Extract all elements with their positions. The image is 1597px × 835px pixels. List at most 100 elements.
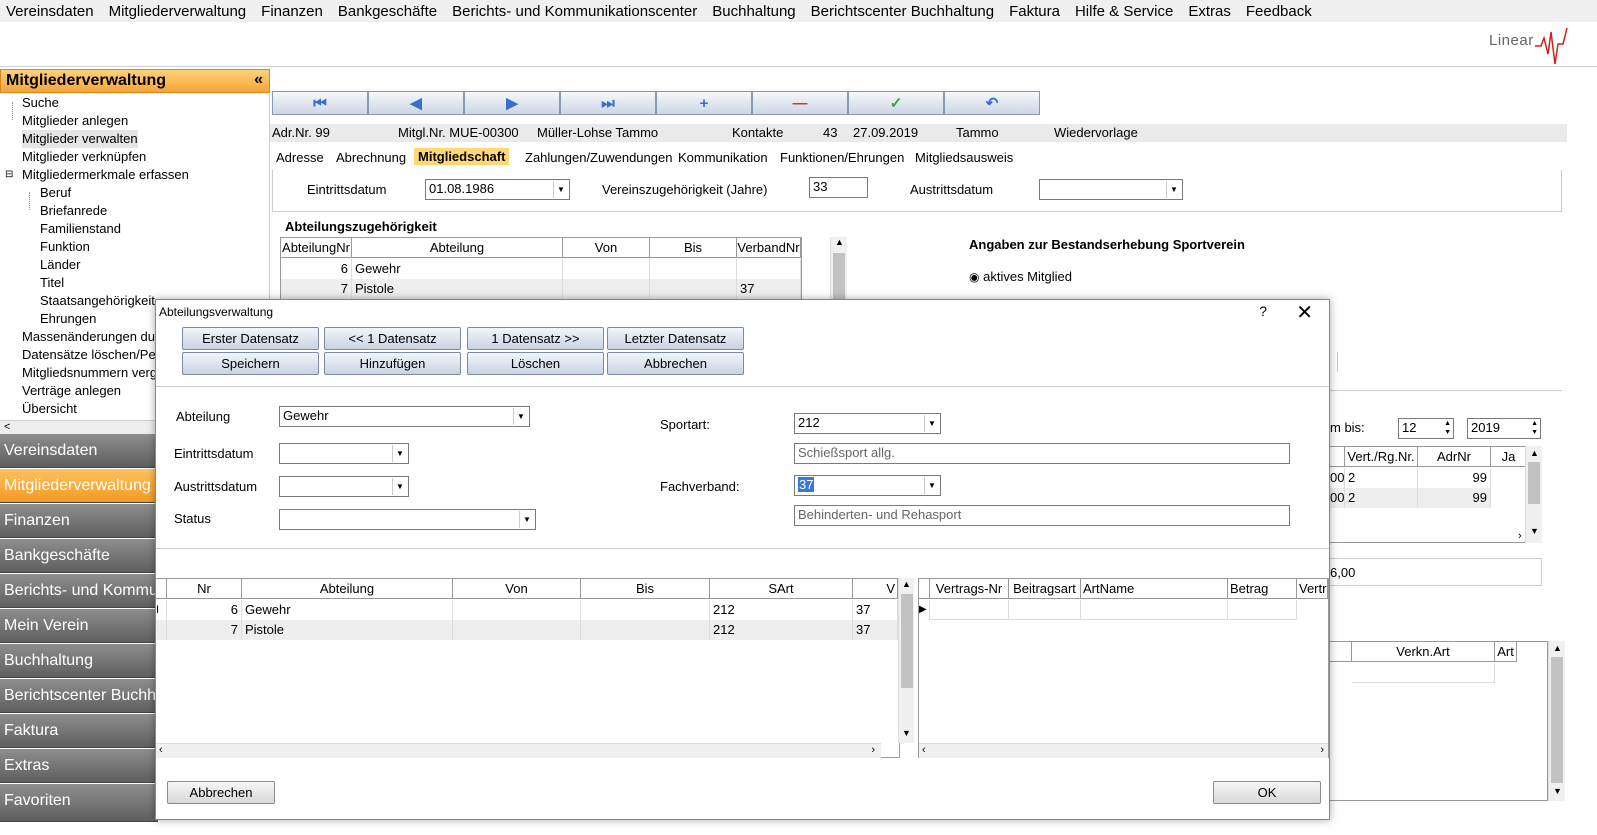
col-abteilung[interactable]: Abteilung: [352, 238, 563, 258]
col-adrnr[interactable]: AdrNr: [1418, 447, 1491, 467]
close-button[interactable]: ✕: [1296, 300, 1313, 325]
scroll-right-icon[interactable]: ›: [1518, 530, 1522, 542]
scroll-thumb[interactable]: [833, 253, 845, 299]
table-cell[interactable]: [581, 620, 710, 640]
tab-mitgliedschaft[interactable]: Mitgliedschaft: [414, 148, 510, 165]
austritt-date-combo[interactable]: ▼: [1039, 179, 1183, 200]
zugehoerigkeit-field[interactable]: 33: [809, 177, 868, 198]
tree-item-mitglieder-verknuepfen[interactable]: Mitglieder verknüpfen: [22, 148, 146, 166]
scroll-down-icon[interactable]: ▼: [1530, 526, 1539, 536]
dialog-cancel-button[interactable]: Abbrechen: [167, 781, 275, 804]
table-cell[interactable]: 37: [853, 620, 898, 640]
col-art[interactable]: Art: [1495, 642, 1517, 662]
tab-mitgliedsausweis[interactable]: Mitgliedsausweis: [915, 150, 1013, 165]
tree-item-mitgliedsnummern[interactable]: Mitgliedsnummern verge: [22, 364, 164, 382]
fachverband-combo[interactable]: 37 ▼: [794, 475, 941, 496]
table-cell[interactable]: [1009, 600, 1081, 620]
col-bis[interactable]: Bis: [650, 238, 737, 258]
scroll-left-icon[interactable]: ‹: [159, 744, 163, 756]
nav-finanzen[interactable]: Finanzen: [0, 504, 158, 538]
col-beitragsart[interactable]: Beitragsart: [1009, 579, 1081, 599]
table-cell[interactable]: Gewehr: [352, 259, 563, 279]
table-cell[interactable]: [737, 259, 801, 279]
tree-item-vertraege-anlegen[interactable]: Verträge anlegen: [22, 382, 121, 400]
col-von[interactable]: Von: [563, 238, 650, 258]
tree-item-mitglieder-verwalten[interactable]: Mitglieder verwalten: [22, 130, 138, 148]
tree-item-suche[interactable]: Suche: [22, 94, 59, 112]
table-cell[interactable]: Gewehr: [242, 600, 453, 620]
first-record-button[interactable]: Erster Datensatz: [182, 327, 319, 350]
table-cell[interactable]: 6: [167, 600, 242, 620]
tab-funktionen[interactable]: Funktionen/Ehrungen: [780, 150, 904, 165]
delete-button[interactable]: Löschen: [467, 352, 604, 375]
table-cell[interactable]: Pistole: [242, 620, 453, 640]
table-cell[interactable]: [930, 600, 1009, 620]
previous-record-button[interactable]: ◀: [368, 91, 464, 115]
dialog-grid-vscroll[interactable]: ▲ ▼: [898, 578, 914, 743]
dialog-ok-button[interactable]: OK: [1213, 781, 1321, 804]
table-cell[interactable]: [453, 600, 581, 620]
collapse-panel-button[interactable]: «: [254, 71, 263, 89]
scroll-thumb[interactable]: [1528, 462, 1540, 504]
table-cell[interactable]: [1228, 600, 1297, 620]
col-bis[interactable]: Bis: [581, 579, 710, 599]
table-cell[interactable]: 37: [853, 600, 898, 620]
wiedervorlage[interactable]: Wiedervorlage: [1054, 125, 1138, 140]
tab-adresse[interactable]: Adresse: [276, 150, 324, 165]
vertrag-grid-scrollbar[interactable]: ▲ ▼: [1525, 446, 1542, 543]
dropdown-arrow-icon[interactable]: ▼: [924, 415, 939, 432]
scroll-right-icon[interactable]: ›: [1320, 744, 1324, 756]
table-cell[interactable]: 6: [281, 259, 352, 279]
dropdown-arrow-icon[interactable]: ▼: [924, 477, 939, 494]
tree-item-massenaenderungen[interactable]: Massenänderungen dur: [22, 328, 159, 346]
tree-item-datensaetze-loeschen[interactable]: Datensätze löschen/Pe: [22, 346, 156, 364]
aktives-mitglied-radio[interactable]: ◉ aktives Mitglied: [969, 269, 1072, 284]
table-cell[interactable]: 2: [1345, 468, 1418, 488]
table-cell[interactable]: 7: [167, 620, 242, 640]
tree-item-mitglieder-anlegen[interactable]: Mitglieder anlegen: [22, 112, 128, 130]
col-artname[interactable]: ArtName: [1081, 579, 1228, 599]
menu-faktura[interactable]: Faktura: [1003, 3, 1069, 20]
col-verbandnr[interactable]: VerbandNr: [737, 238, 801, 258]
eintritt-date-combo[interactable]: 01.08.1986 ▼: [425, 179, 570, 200]
next-record-button[interactable]: 1 Datensatz >>: [467, 327, 604, 350]
menu-hilfe[interactable]: Hilfe & Service: [1069, 3, 1182, 20]
cancel-edit-button[interactable]: Abbrechen: [607, 352, 744, 375]
nav-mein-verein[interactable]: Mein Verein: [0, 609, 158, 643]
tree-item-mitgliedermerkmale[interactable]: Mitgliedermerkmale erfassen: [22, 166, 189, 184]
radio-selected-icon[interactable]: ◉: [969, 270, 979, 284]
bis-year-spinner[interactable]: 2019 ▲ ▼: [1467, 418, 1541, 439]
table-cell[interactable]: [563, 259, 650, 279]
nav-faktura[interactable]: Faktura: [0, 714, 158, 748]
scroll-up-icon[interactable]: ▲: [835, 237, 844, 247]
table-cell[interactable]: 99: [1418, 488, 1491, 508]
tab-kommunikation[interactable]: Kommunikation: [678, 150, 768, 165]
undo-button[interactable]: ↶: [944, 91, 1040, 115]
dlg-eintritt-combo[interactable]: ▼: [279, 443, 409, 464]
bis-month-spinner[interactable]: 12 ▲ ▼: [1398, 418, 1454, 439]
menu-bankgeschaefte[interactable]: Bankgeschäfte: [332, 3, 446, 20]
nav-vereinsdaten[interactable]: Vereinsdaten: [0, 434, 158, 468]
last-record-button[interactable]: Letzter Datensatz: [607, 327, 744, 350]
dropdown-arrow-icon[interactable]: ▼: [392, 445, 407, 462]
table-cell[interactable]: 99: [1418, 468, 1491, 488]
col-ja[interactable]: Ja: [1491, 447, 1527, 467]
table-cell[interactable]: [581, 600, 710, 620]
dropdown-arrow-icon[interactable]: ▼: [519, 511, 534, 528]
col-vert-rg-nr[interactable]: Vert./Rg.Nr.: [1345, 447, 1418, 467]
menu-finanzen[interactable]: Finanzen: [255, 3, 332, 20]
tree-item-staatsangehoerigkeit[interactable]: Staatsangehörigkeit: [40, 292, 155, 310]
col-betrag[interactable]: Betrag: [1228, 579, 1297, 599]
scroll-left-icon[interactable]: <: [4, 421, 10, 433]
menu-berichtscenter[interactable]: Berichts- und Kommunikationscenter: [446, 3, 706, 20]
previous-record-button[interactable]: << 1 Datensatz: [324, 327, 461, 350]
last-record-button[interactable]: ⏭: [560, 91, 656, 115]
table-cell[interactable]: Pistole: [352, 279, 563, 299]
col-nr[interactable]: Nr: [167, 579, 242, 599]
table-cell[interactable]: [563, 279, 650, 299]
col-vertrags-nr[interactable]: Vertrags-Nr: [930, 579, 1009, 599]
scroll-up-icon[interactable]: ▲: [902, 579, 911, 589]
tree-item-briefanrede[interactable]: Briefanrede: [40, 202, 107, 220]
spinner-arrows-icon[interactable]: ▲ ▼: [1531, 419, 1538, 437]
col-sart[interactable]: SArt: [710, 579, 853, 599]
